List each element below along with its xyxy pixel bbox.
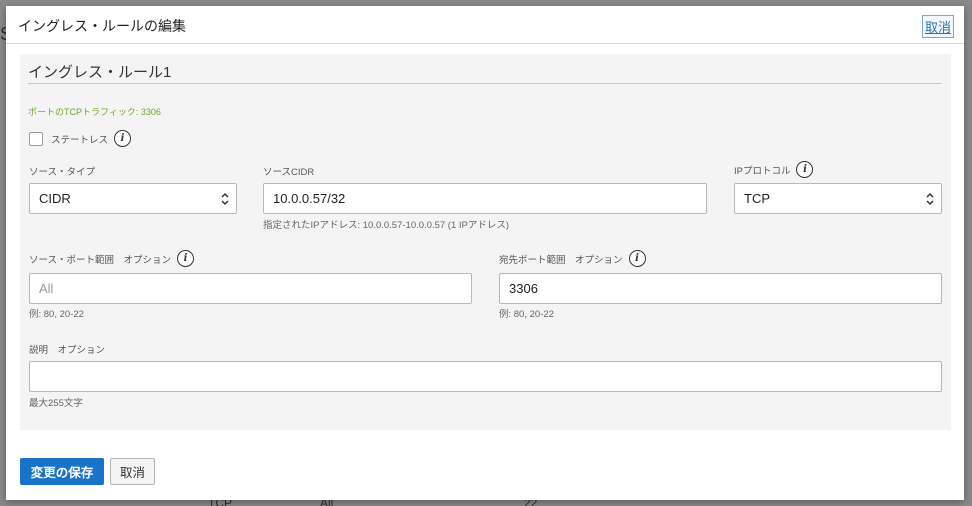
divider: [28, 83, 942, 84]
source-type-label-text: ソース・タイプ: [29, 167, 96, 178]
dialog-title: イングレス・ルールの編集: [18, 18, 186, 34]
ip-protocol-value: TCP: [744, 191, 770, 206]
stateless-label: ステートレス: [51, 134, 109, 146]
dest-port-range-value: 3306: [509, 281, 538, 296]
edit-ingress-rule-dialog: イングレス・ルールの編集 取消 イングレス・ルール1 ポートのTCPトラフィック…: [6, 6, 964, 500]
cancel-button[interactable]: 取消: [110, 458, 155, 485]
info-icon[interactable]: i: [114, 130, 132, 147]
source-type-value: CIDR: [39, 191, 71, 206]
source-port-range-label: ソース・ポート範囲 オプション i: [29, 250, 195, 267]
chevron-updown-icon: [926, 192, 934, 206]
source-port-range-hint: 例: 80, 20-22: [29, 309, 84, 320]
source-port-range-label-text: ソース・ポート範囲 オプション: [29, 254, 172, 266]
description-input[interactable]: [29, 361, 942, 392]
ip-protocol-label-text: IPプロトコル: [734, 165, 791, 177]
stateless-checkbox[interactable]: [29, 131, 43, 146]
save-changes-button[interactable]: 変更の保存: [20, 458, 104, 485]
dialog-header: イングレス・ルールの編集 取消: [6, 6, 964, 44]
source-type-label: ソース・タイプ: [29, 164, 95, 178]
ip-protocol-label: IPプロトコル i: [734, 161, 814, 178]
ingress-rule-panel: イングレス・ルール1 ポートのTCPトラフィック: 3306 ステートレス i …: [20, 54, 951, 430]
rule-summary: ポートのTCPトラフィック: 3306: [28, 107, 161, 117]
source-cidr-label: ソースCIDR: [263, 164, 314, 178]
source-cidr-input[interactable]: 10.0.0.57/32: [263, 183, 707, 214]
rule-title: イングレス・ルール1: [28, 64, 172, 81]
dest-port-range-hint: 例: 80, 20-22: [499, 309, 554, 320]
dest-port-range-label-text: 宛先ポート範囲 オプション: [499, 254, 623, 266]
chevron-updown-icon: [221, 192, 229, 206]
description-hint: 最大255文字: [29, 398, 83, 409]
source-cidr-hint: 指定されたIPアドレス: 10.0.0.57-10.0.0.57 (1 IPアド…: [263, 220, 510, 231]
dest-port-range-label: 宛先ポート範囲 オプション i: [499, 250, 646, 267]
info-icon[interactable]: i: [796, 161, 814, 178]
description-label: 説明 オプション: [29, 342, 105, 356]
source-cidr-label-text: ソースCIDR: [263, 167, 315, 178]
description-label-text: 説明 オプション: [29, 345, 106, 356]
info-icon[interactable]: i: [177, 250, 195, 267]
dest-port-range-input[interactable]: 3306: [499, 273, 942, 304]
source-port-range-placeholder: All: [39, 281, 54, 296]
stateless-row: ステートレス i: [29, 130, 132, 147]
info-icon[interactable]: i: [628, 250, 646, 267]
ip-protocol-select[interactable]: TCP: [734, 183, 942, 214]
header-cancel-link[interactable]: 取消: [921, 15, 954, 38]
source-cidr-value: 10.0.0.57/32: [273, 191, 346, 206]
source-port-range-input[interactable]: All: [29, 273, 472, 304]
source-type-select[interactable]: CIDR: [29, 183, 237, 214]
